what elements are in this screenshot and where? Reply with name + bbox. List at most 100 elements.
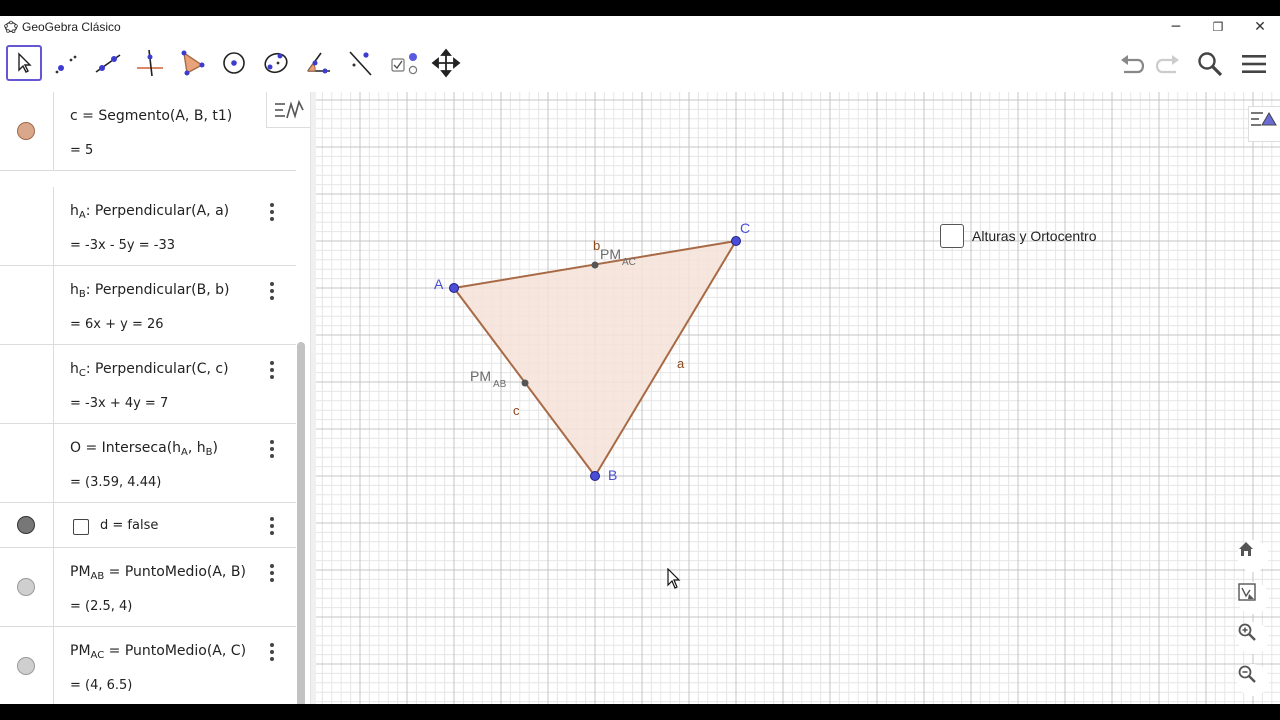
circle-icon (223, 52, 245, 74)
visibility-toggle-dot[interactable] (17, 516, 35, 534)
definition-text: ) (212, 440, 218, 456)
label-vertex-b[interactable]: B (608, 467, 617, 483)
line-icon (95, 54, 121, 73)
conic-tool-button[interactable] (258, 45, 294, 81)
polygon-tool-button[interactable] (174, 45, 210, 81)
label-midpoint-ac-sub[interactable]: AC (622, 257, 636, 268)
move-tool-button[interactable] (6, 45, 42, 81)
algebra-definition[interactable]: hB: Perpendicular(B, b) (70, 282, 230, 300)
checkbox-tool-button[interactable] (386, 45, 422, 81)
algebra-row[interactable]: hA: Perpendicular(A, a) = -3x - 5y = -33 (0, 187, 296, 266)
visibility-toggle-column[interactable] (0, 627, 54, 704)
home-button[interactable] (1237, 540, 1269, 572)
label-segment-a[interactable]: a (677, 356, 685, 371)
visibility-toggle-dot[interactable] (17, 657, 35, 675)
redo-button[interactable] (1152, 48, 1184, 80)
label-vertex-a[interactable]: A (434, 276, 444, 292)
ellipse-icon (264, 52, 288, 74)
visibility-toggle-column[interactable] (0, 92, 54, 170)
algebra-value: = -3x - 5y = -33 (70, 238, 175, 253)
graphics-view[interactable]: A B Ca b c PM AB PM AC Alturas y Ortocentro (316, 92, 1280, 704)
alturas-checkbox-label[interactable]: Alturas y Ortocentro (972, 228, 1097, 244)
algebra-definition[interactable]: PMAC = PuntoMedio(A, C) (70, 643, 246, 661)
angle-tool-button[interactable] (300, 45, 336, 81)
visibility-toggle-column[interactable] (0, 345, 54, 423)
label-vertex-c[interactable]: C (740, 220, 750, 236)
algebra-value: = 5 (70, 143, 94, 158)
algebra-row[interactable]: PMAC = PuntoMedio(A, C) = (4, 6.5) (0, 627, 296, 704)
algebra-scrollbar[interactable] (297, 342, 305, 704)
algebra-definition[interactable]: hC: Perpendicular(C, c) (70, 361, 229, 379)
visibility-toggle-column[interactable] (0, 424, 54, 502)
perpendicular-icon (137, 49, 163, 77)
alturas-checkbox[interactable]: Alturas y Ortocentro (940, 224, 1097, 248)
label-segment-c[interactable]: c (513, 403, 520, 418)
algebra-value: = (4, 6.5) (70, 678, 133, 693)
label-midpoint-ab[interactable]: PM (470, 368, 491, 384)
visibility-toggle-column[interactable] (0, 266, 54, 344)
algebra-definition[interactable]: hA: Perpendicular(A, a) (70, 203, 229, 221)
algebra-definition[interactable]: O = Interseca(hA, hB) (70, 440, 218, 458)
more-options-icon[interactable] (264, 438, 280, 460)
subscript-text: B (78, 289, 86, 300)
algebra-definition[interactable]: d = false (100, 518, 158, 533)
mouse-cursor-icon (667, 568, 681, 589)
vertex-point-a[interactable] (449, 283, 459, 293)
visibility-toggle-column[interactable] (0, 187, 54, 265)
more-options-icon[interactable] (264, 280, 280, 302)
zoom-in-button[interactable] (1237, 622, 1269, 654)
line-tool-button[interactable] (90, 45, 126, 81)
visibility-toggle-dot[interactable] (17, 122, 35, 140)
subscript-text: AC (90, 650, 105, 661)
window-title: GeoGebra Clásico (22, 20, 121, 34)
vertex-point-c[interactable] (731, 236, 741, 246)
label-midpoint-ab-sub[interactable]: AB (493, 379, 507, 390)
point-tool-button[interactable] (48, 45, 84, 81)
algebra-value: = (2.5, 4) (70, 599, 133, 614)
menu-icon (1242, 55, 1266, 73)
reflect-tool-button[interactable] (342, 45, 378, 81)
algebra-definition[interactable]: c = Segmento(A, B, t1) (70, 108, 232, 124)
zoom-out-button[interactable] (1237, 664, 1269, 696)
boolean-checkbox[interactable] (73, 519, 89, 535)
graphics-style-bar-toggle[interactable] (1248, 106, 1280, 142)
graphics-view-settings-button[interactable] (1237, 582, 1269, 614)
algebra-definition[interactable]: PMAB = PuntoMedio(A, B) (70, 564, 246, 582)
alturas-checkbox-box[interactable] (940, 224, 964, 248)
zoom-in-icon (1238, 623, 1256, 641)
close-button[interactable]: ✕ (1240, 16, 1280, 38)
move-graphics-tool-button[interactable] (428, 45, 464, 81)
restore-button[interactable]: ❐ (1198, 16, 1238, 38)
vertex-point-b[interactable] (590, 471, 600, 481)
algebra-row[interactable]: c = Segmento(A, B, t1) = 5 (0, 92, 296, 171)
redo-icon (1155, 55, 1179, 74)
algebra-row[interactable]: hB: Perpendicular(B, b) = 6x + y = 26 (0, 266, 296, 345)
more-options-icon[interactable] (264, 359, 280, 381)
visibility-toggle-column[interactable] (0, 548, 54, 626)
search-button[interactable] (1194, 48, 1226, 80)
point-icon (55, 55, 77, 74)
minimize-button[interactable]: ─ (1156, 16, 1196, 38)
main-menu-button[interactable] (1238, 48, 1270, 80)
algebra-row[interactable]: PMAB = PuntoMedio(A, B) = (2.5, 4) (0, 548, 296, 627)
search-icon (1198, 52, 1223, 77)
graphics-canvas[interactable]: ABCabcPMABPMAC (316, 92, 1280, 704)
more-options-icon[interactable] (264, 515, 280, 537)
visibility-toggle-column[interactable] (0, 503, 54, 547)
visibility-toggle-dot[interactable] (17, 578, 35, 596)
algebra-row[interactable]: d = false (0, 503, 296, 548)
definition-text: , h (187, 440, 206, 456)
label-midpoint-ac[interactable]: PM (600, 246, 621, 262)
midpoint-ac[interactable] (591, 261, 599, 269)
triangle-fill[interactable] (454, 241, 736, 476)
more-options-icon[interactable] (264, 641, 280, 663)
algebra-view-toggle[interactable] (266, 92, 310, 128)
algebra-row[interactable]: hC: Perpendicular(C, c) = -3x + 4y = 7 (0, 345, 296, 424)
more-options-icon[interactable] (264, 201, 280, 223)
circle-tool-button[interactable] (216, 45, 252, 81)
midpoint-ab[interactable] (521, 379, 529, 387)
more-options-icon[interactable] (264, 562, 280, 584)
undo-button[interactable] (1116, 48, 1148, 80)
algebra-row[interactable]: O = Interseca(hA, hB) = (3.59, 4.44) (0, 424, 296, 503)
perpendicular-tool-button[interactable] (132, 45, 168, 81)
